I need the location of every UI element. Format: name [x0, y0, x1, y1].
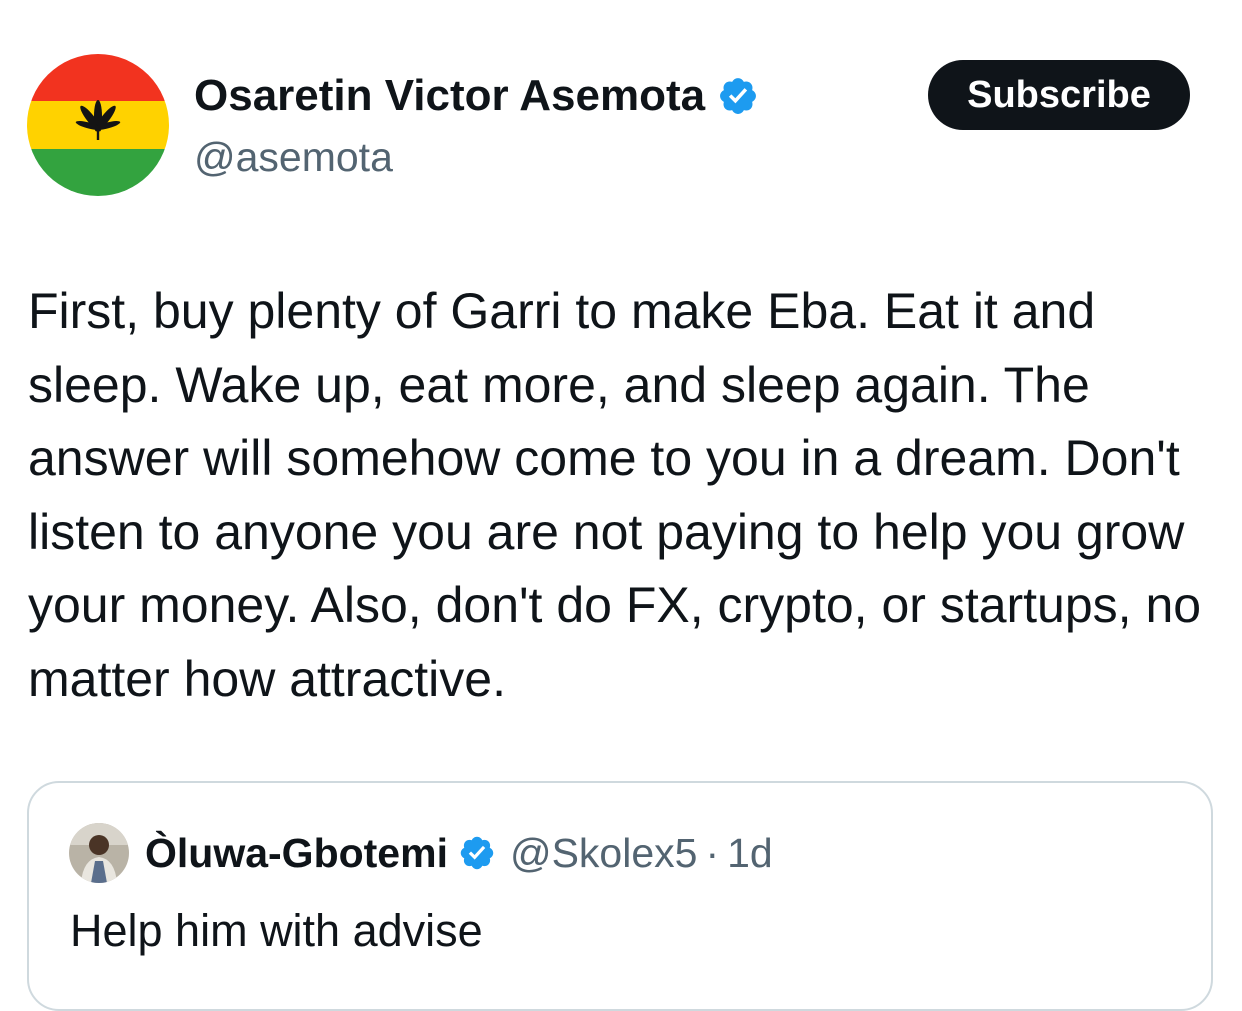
tweet-text: First, buy plenty of Garri to make Eba. …: [28, 283, 1202, 707]
quoted-tweet-timestamp[interactable]: 1d: [727, 828, 773, 878]
quoted-author-name[interactable]: Òluwa-Gbotemi: [145, 828, 448, 878]
author-handle[interactable]: @asemota: [194, 132, 393, 182]
quoted-tweet-card[interactable]: Òluwa-Gbotemi @Skolex5 · 1d Help him wit…: [27, 781, 1213, 1011]
quoted-verified-badge-icon: [458, 834, 496, 872]
verified-badge-icon: [717, 75, 759, 117]
author-avatar[interactable]: [27, 54, 169, 196]
person-avatar-icon: [69, 823, 129, 883]
subscribe-button[interactable]: Subscribe: [928, 60, 1190, 130]
quoted-tweet-header: Òluwa-Gbotemi @Skolex5 · 1d: [69, 823, 773, 883]
author-name-text: Osaretin Victor Asemota: [194, 71, 706, 120]
author-display-name[interactable]: Osaretin Victor Asemota: [194, 70, 759, 122]
quoted-author-avatar[interactable]: [69, 823, 129, 883]
quoted-tweet-text: Help him with advise: [70, 905, 483, 956]
separator-dot: ·: [705, 830, 720, 876]
flag-leaf-avatar-icon: [27, 54, 169, 196]
quoted-author-handle[interactable]: @Skolex5: [510, 828, 697, 878]
